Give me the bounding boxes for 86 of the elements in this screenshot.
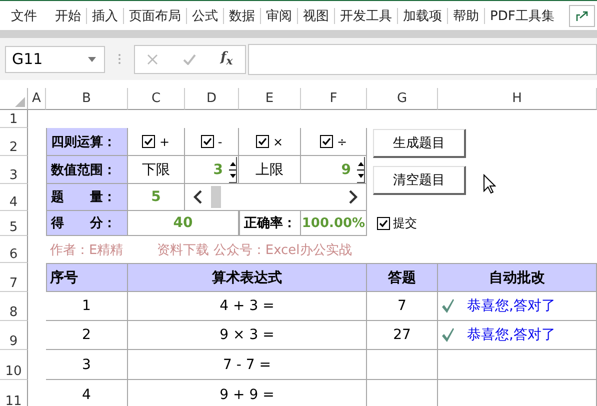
- clear-button[interactable]: 清空题目: [373, 166, 466, 195]
- header-cell: 答题: [367, 263, 438, 292]
- check-icon[interactable]: [182, 54, 196, 64]
- row-header[interactable]: 5: [0, 211, 28, 236]
- header-cell: 自动批改: [438, 263, 597, 292]
- ribbon-tab[interactable]: 审阅: [261, 6, 297, 24]
- spinner-icon[interactable]: [357, 156, 365, 182]
- operator-label: ×: [272, 134, 284, 148]
- table-cell: 4 + 3 =: [128, 292, 367, 321]
- table-cell: 下限: [128, 156, 185, 184]
- column-header[interactable]: E: [239, 88, 301, 110]
- table-cell: [367, 350, 438, 380]
- ribbon-tab[interactable]: 文件: [6, 6, 42, 24]
- column-header[interactable]: G: [367, 88, 438, 110]
- credit-text: 作者：E精精: [50, 242, 124, 258]
- label-cell: 正确率：: [239, 211, 301, 236]
- row-header[interactable]: 4: [0, 184, 28, 211]
- row-header[interactable]: 10: [0, 350, 28, 380]
- ribbon-tab[interactable]: 公式: [187, 6, 223, 24]
- checkbox-label: 提交: [393, 215, 417, 232]
- column-header[interactable]: C: [128, 88, 185, 110]
- ribbon-tab[interactable]: PDF工具集: [485, 6, 560, 24]
- value-text: 3: [213, 162, 223, 178]
- credit-text: 资料下载 公众号：Excel办公实战: [157, 242, 352, 258]
- ribbon-tab[interactable]: 加载项: [398, 6, 447, 24]
- ribbon-tab[interactable]: 开发工具: [335, 6, 397, 24]
- row-header[interactable]: 8: [0, 292, 28, 321]
- row-header[interactable]: 6: [0, 236, 28, 263]
- result-text: 恭喜您,答对了: [467, 297, 556, 315]
- table-cell: 4: [46, 380, 128, 406]
- checkbox[interactable]: [256, 135, 269, 148]
- label-cell: 得 分：: [46, 211, 128, 236]
- table-cell: 上限: [239, 156, 301, 184]
- formula-input[interactable]: [248, 44, 597, 74]
- insert-function-button[interactable]: f$_{x}$: [220, 50, 233, 68]
- result-text: 恭喜您,答对了: [467, 326, 556, 344]
- scroll-bar[interactable]: [185, 184, 367, 211]
- checkbox[interactable]: [142, 135, 156, 148]
- label-cell: 四则运算：: [46, 128, 128, 156]
- drag-handle-icon[interactable]: [118, 53, 121, 65]
- column-header[interactable]: D: [185, 88, 239, 110]
- share-icon[interactable]: [569, 4, 596, 26]
- check-icon: [441, 298, 455, 314]
- ribbon-tab[interactable]: 视图: [298, 6, 334, 24]
- ribbon-tab[interactable]: 帮助: [448, 6, 484, 24]
- row-header[interactable]: 1: [0, 110, 28, 128]
- cursor-icon: [483, 174, 496, 194]
- row-header[interactable]: 2: [0, 128, 28, 156]
- operator-label: -: [218, 134, 222, 148]
- table-cell: 27: [367, 321, 438, 350]
- table-cell: 7 - 7 =: [128, 350, 367, 380]
- table-cell: 9 × 3 =: [128, 321, 367, 350]
- header-cell: 序号: [46, 263, 128, 292]
- checkbox[interactable]: [320, 135, 333, 148]
- ribbon-tab[interactable]: 开始: [50, 6, 86, 24]
- operator-label: +: [159, 134, 170, 148]
- ribbon-tab[interactable]: 插入: [87, 6, 123, 24]
- operator-label: ÷: [336, 134, 348, 148]
- row-header[interactable]: 11: [0, 380, 28, 406]
- ribbon-tab[interactable]: 页面布局: [124, 6, 186, 24]
- column-header[interactable]: A: [28, 88, 46, 110]
- ribbon-tab[interactable]: 数据: [224, 6, 260, 24]
- value-cell: 100.00%: [301, 211, 367, 236]
- spinner-icon[interactable]: [229, 156, 237, 182]
- header-cell: 算术表达式: [128, 263, 367, 292]
- row-header[interactable]: 3: [0, 156, 28, 184]
- table-cell: 3: [46, 350, 128, 380]
- column-header[interactable]: B: [46, 88, 128, 110]
- checkbox[interactable]: [200, 135, 214, 148]
- check-icon: [441, 328, 455, 342]
- table-cell: 9 + 9 =: [128, 380, 367, 406]
- generate-button[interactable]: 生成题目: [373, 129, 466, 158]
- column-header[interactable]: H: [438, 88, 597, 110]
- name-box[interactable]: G11: [5, 46, 105, 72]
- value-text: 9: [341, 162, 351, 178]
- table-cell: 2: [46, 321, 128, 350]
- checkbox[interactable]: [377, 217, 390, 230]
- row-header[interactable]: 7: [0, 263, 28, 292]
- label-cell: 数值范围：: [46, 156, 128, 184]
- column-header[interactable]: F: [301, 88, 367, 110]
- label-cell: 题 量：: [46, 184, 128, 211]
- table-cell: 7: [367, 292, 438, 321]
- table-cell: 1: [46, 292, 128, 321]
- row-header[interactable]: 9: [0, 321, 28, 350]
- value-cell: 5: [128, 184, 185, 211]
- value-cell: 40: [128, 211, 239, 236]
